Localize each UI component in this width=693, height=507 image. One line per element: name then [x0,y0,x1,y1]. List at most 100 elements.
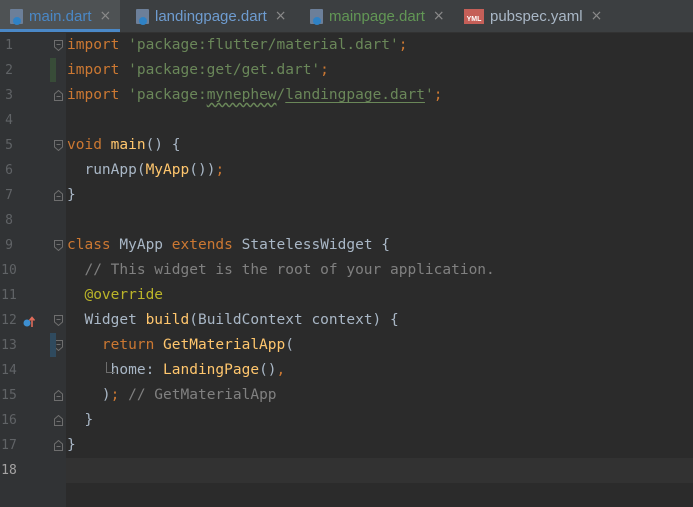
tab-pubspec-yaml[interactable]: YML pubspec.yaml × [454,0,614,32]
line-number: 4 [5,113,13,128]
fold-end-icon[interactable] [54,440,63,451]
code-text: import 'package:get/get.dart'; [67,58,329,83]
dart-file-icon [310,8,323,25]
line-number: 10 [1,263,17,278]
code-token: MyApp [145,162,190,178]
indent-guide [106,362,115,373]
code-token: 'package:flutter/material.dart' [128,37,399,53]
code-token: ) [67,387,111,403]
fold-end-icon[interactable] [54,415,63,426]
code-text: void main() { [67,133,181,158]
code-line[interactable]: 17} [0,433,693,458]
fold-start-icon[interactable] [54,240,63,251]
code-token: (BuildContext context) { [189,312,399,328]
code-token: ; [320,62,329,78]
fold-end-icon[interactable] [54,390,63,401]
code-token: } [67,437,76,453]
line-number: 12 [1,313,17,328]
code-token: import [67,62,129,78]
code-token: MyApp [119,237,172,253]
line-number: 2 [5,63,13,78]
code-token: // GetMaterialApp [119,387,277,403]
code-line[interactable]: 7} [0,183,693,208]
code-token: class [67,237,120,253]
line-number: 8 [5,213,13,228]
code-line[interactable]: 4 [0,108,693,133]
code-line[interactable]: 15 ); // GetMaterialApp [0,383,693,408]
code-token: ()) [189,162,216,178]
code-line[interactable]: 8 [0,208,693,233]
tab-landingpage-dart[interactable]: landingpage.dart × [126,0,296,32]
code-token: @override [67,287,164,303]
close-tab-icon[interactable]: × [591,8,603,24]
tab-mainpage-dart[interactable]: mainpage.dart × [300,0,450,32]
code-token: ; [398,37,408,53]
code-line[interactable]: 13 return GetMaterialApp( [0,333,693,358]
line-number: 7 [5,188,13,203]
code-line[interactable]: 14 home: LandingPage(), [0,358,693,383]
code-token: ' [424,87,434,103]
line-number: 15 [1,388,17,403]
code-text: // This widget is the root of your appli… [67,258,494,283]
code-token: / [276,87,286,103]
code-token: StatelessWidget { [241,237,391,253]
code-line[interactable]: 16 } [0,408,693,433]
line-number: 14 [1,363,17,378]
vcs-change-marker[interactable] [50,58,56,82]
line-number: 13 [1,338,17,353]
tab-main-dart[interactable]: main.dart × [0,0,120,32]
fold-end-icon[interactable] [54,90,63,101]
code-line[interactable]: 18 [0,458,693,483]
line-number: 11 [1,288,17,303]
code-line[interactable]: 6 runApp(MyApp()); [0,158,693,183]
code-text: return GetMaterialApp( [67,333,294,358]
code-line[interactable]: 12 Widget build(BuildContext context) { [0,308,693,333]
code-editor[interactable]: 1 import 'package:flutter/material.dart';… [0,33,693,507]
code-line[interactable]: 3 import 'package:mynephew/landingpage.da… [0,83,693,108]
code-token: () [259,362,277,378]
code-token: landingpage.dart [285,87,425,103]
code-token: Widget [67,312,146,328]
code-text: import 'package:mynephew/landingpage.dar… [67,83,442,108]
override-method-icon[interactable] [22,314,36,328]
close-tab-icon[interactable]: × [275,8,287,24]
code-token: build [145,312,190,328]
close-tab-icon[interactable]: × [100,8,112,24]
yaml-file-icon: YML [464,8,484,24]
code-token: extends [171,237,242,253]
code-line[interactable]: 2 import 'package:get/get.dart'; [0,58,693,83]
vcs-change-marker[interactable] [50,333,56,357]
code-line[interactable]: 11 @override [0,283,693,308]
code-token: import [67,87,129,103]
code-token: return [67,337,164,353]
code-token: main [110,137,146,153]
line-number: 18 [1,463,17,478]
code-text: } [67,433,76,458]
code-line[interactable]: 5 void main() { [0,133,693,158]
code-token: ; [215,162,225,178]
code-line[interactable]: 1 import 'package:flutter/material.dart'; [0,33,693,58]
code-text: } [67,408,93,433]
line-number: 1 [5,38,13,53]
code-token: 'package:get/get.dart' [128,62,321,78]
code-token: , [276,362,286,378]
close-tab-icon[interactable]: × [433,8,445,24]
tab-label: landingpage.dart [155,7,267,25]
fold-start-icon[interactable] [54,140,63,151]
code-token: void [67,137,111,153]
line-number: 6 [5,163,13,178]
tab-label: main.dart [29,7,92,25]
tab-label: mainpage.dart [329,7,425,25]
code-line[interactable]: 9 class MyApp extends StatelessWidget { [0,233,693,258]
code-token: ( [285,337,294,353]
code-text: Widget build(BuildContext context) { [67,308,399,333]
fold-start-icon[interactable] [54,40,63,51]
code-token: LandingPage [163,362,260,378]
code-token: () { [145,137,181,153]
code-line[interactable]: 10 // This widget is the root of your ap… [0,258,693,283]
fold-start-icon[interactable] [54,315,63,326]
code-token: } [67,412,94,428]
line-number: 5 [5,138,13,153]
fold-end-icon[interactable] [54,190,63,201]
code-text: home: LandingPage(), [67,358,286,383]
